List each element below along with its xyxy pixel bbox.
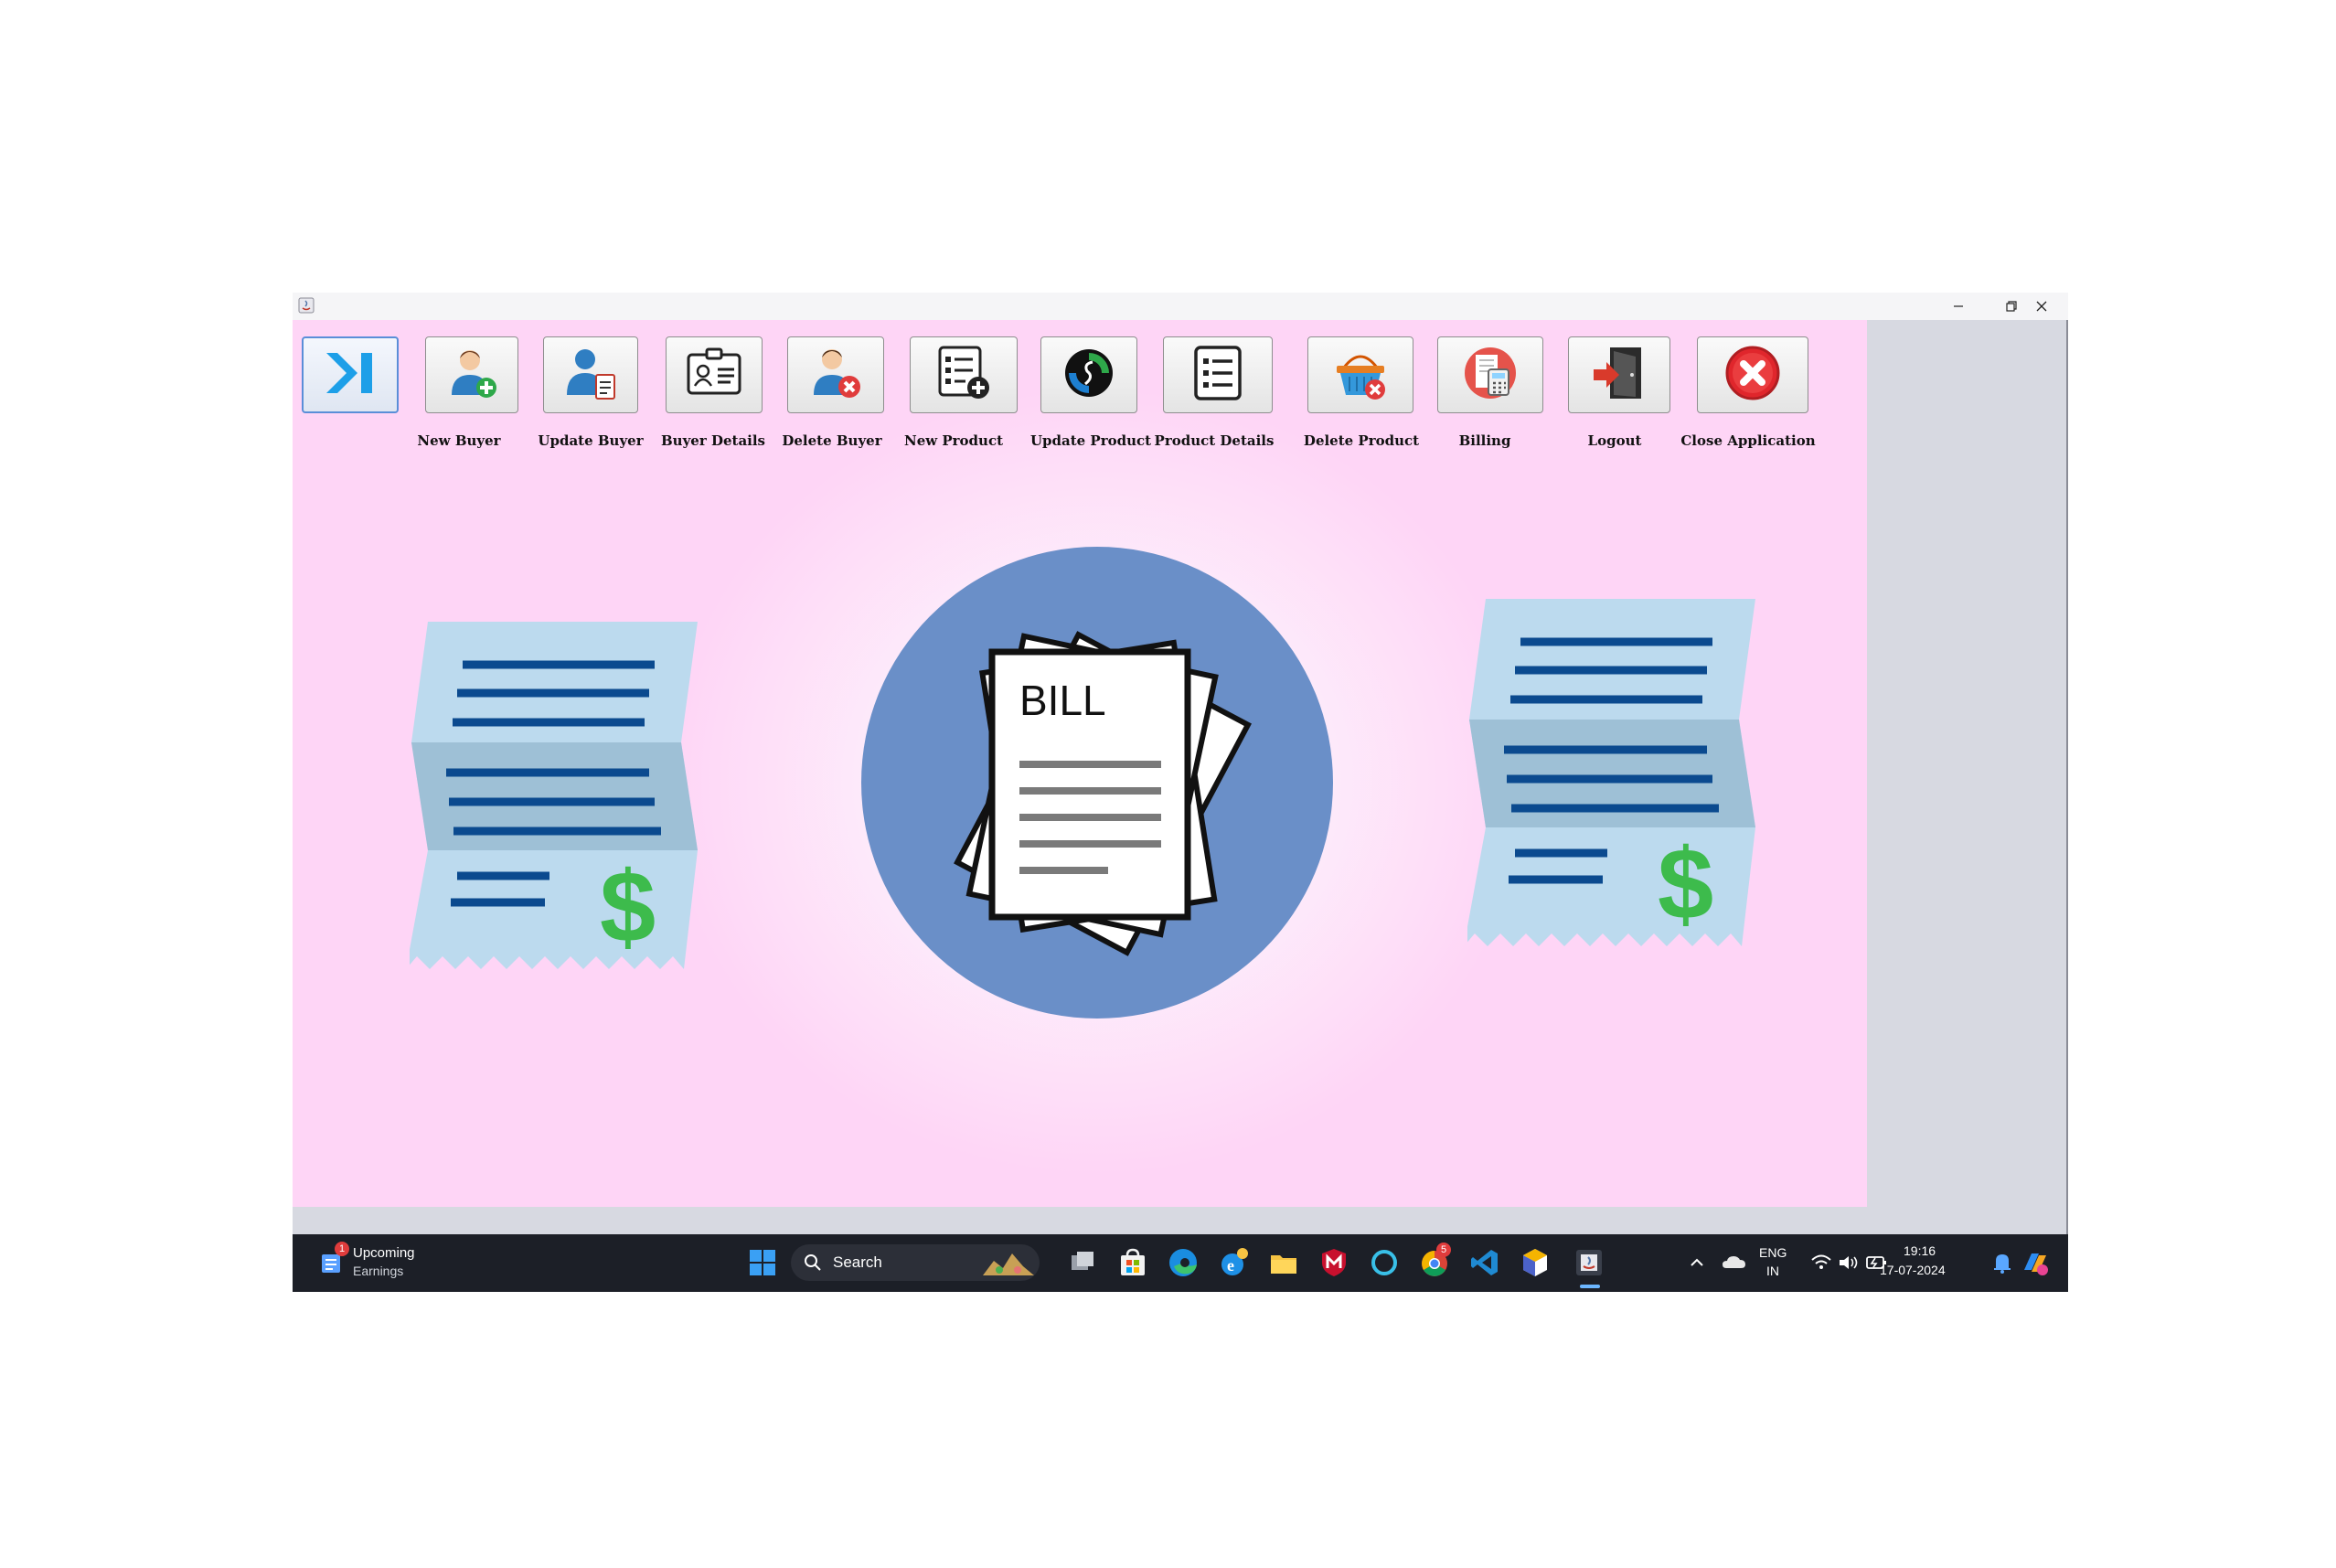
logout-door-icon <box>1590 344 1648 407</box>
close-circle-icon <box>1723 344 1782 407</box>
logout-label: Logout <box>1587 432 1642 449</box>
notification-bell-icon[interactable] <box>1986 1246 2011 1279</box>
search-highlight-icon <box>981 1248 1036 1282</box>
widget-title: Upcoming <box>353 1245 415 1261</box>
widgets-button[interactable]: 1 Upcoming Earnings <box>315 1242 424 1284</box>
search-icon <box>804 1253 822 1276</box>
wifi-icon[interactable] <box>1805 1246 1831 1279</box>
update-product-label: Update Product <box>1029 432 1152 449</box>
onedrive-cloud-icon[interactable] <box>1719 1246 1752 1279</box>
delete-buyer-button[interactable] <box>787 336 884 413</box>
minimize-button[interactable] <box>1932 293 1985 320</box>
active-app-indicator <box>1580 1285 1600 1288</box>
desktop-screen: New Buyer Update Buyer Buyer Details Del… <box>293 293 2068 1292</box>
logout-button[interactable] <box>1568 336 1670 413</box>
billing-label: Billing <box>1458 432 1511 449</box>
delete-product-label: Delete Product <box>1303 432 1420 449</box>
cortana-icon[interactable] <box>1368 1246 1401 1279</box>
bottom-status-strip <box>293 1207 1867 1234</box>
toolbar-menu-button[interactable] <box>302 336 399 413</box>
copilot-icon[interactable] <box>2019 1246 2052 1279</box>
microsoft-store-icon[interactable] <box>1116 1246 1149 1279</box>
window-titlebar[interactable] <box>293 293 2068 321</box>
internet-explorer-icon[interactable]: e <box>1217 1246 1250 1279</box>
new-buyer-label: New Buyer <box>417 432 501 449</box>
volume-icon[interactable] <box>1832 1246 1858 1279</box>
clock-date[interactable]: 17-07-2024 <box>1880 1263 1946 1277</box>
dollar-sign-right: $ <box>1658 828 1713 941</box>
language-top[interactable]: ENG <box>1759 1245 1787 1260</box>
widget-subtitle: Earnings <box>353 1264 404 1278</box>
vscode-icon[interactable] <box>1468 1246 1501 1279</box>
main-panel: New Buyer Update Buyer Buyer Details Del… <box>293 320 1867 1234</box>
svg-text:e: e <box>1227 1256 1234 1275</box>
widget-badge: 1 <box>335 1242 349 1256</box>
receipt-left-illustration: $ <box>406 622 702 978</box>
calculator-icon <box>1461 344 1520 407</box>
menu-arrow-icon <box>321 344 379 407</box>
mcafee-icon[interactable] <box>1317 1246 1350 1279</box>
close-window-button[interactable] <box>2015 293 2068 320</box>
receipt-right-illustration: $ <box>1464 599 1760 955</box>
id-card-icon <box>685 344 743 407</box>
new-product-button[interactable] <box>910 336 1018 413</box>
edge-browser-icon[interactable] <box>1167 1246 1200 1279</box>
buyer-details-label: Buyer Details <box>660 432 766 449</box>
list-icon <box>1189 344 1247 407</box>
update-product-button[interactable] <box>1040 336 1137 413</box>
chrome-browser-icon[interactable]: 5 <box>1418 1243 1451 1279</box>
bill-illustration: BILL <box>859 545 1335 1020</box>
task-view-icon[interactable] <box>1066 1246 1099 1279</box>
update-buyer-label: Update Buyer <box>538 432 644 449</box>
bill-text: BILL <box>1019 677 1106 724</box>
java-app-icon <box>298 297 315 314</box>
search-placeholder: Search <box>833 1253 882 1271</box>
file-explorer-icon[interactable] <box>1267 1246 1300 1279</box>
taskbar-search[interactable]: Search <box>791 1244 1040 1281</box>
cube-app-icon[interactable] <box>1519 1246 1552 1279</box>
product-details-label: Product Details <box>1154 432 1275 449</box>
edit-user-icon <box>561 344 620 407</box>
clock-time[interactable]: 19:16 <box>1904 1243 1936 1258</box>
new-product-label: New Product <box>903 432 1004 449</box>
close-application-label: Close Application <box>1680 432 1816 449</box>
refresh-icon <box>1060 344 1118 407</box>
basket-delete-icon <box>1331 344 1390 407</box>
start-button[interactable] <box>746 1246 779 1279</box>
add-list-icon <box>934 344 993 407</box>
product-details-button[interactable] <box>1163 336 1273 413</box>
chrome-badge: 5 <box>1436 1243 1451 1257</box>
delete-buyer-label: Delete Buyer <box>782 432 882 449</box>
buyer-details-button[interactable] <box>666 336 763 413</box>
billing-button[interactable] <box>1437 336 1543 413</box>
java-app-taskbar-icon[interactable] <box>1573 1246 1605 1279</box>
windows-taskbar: 1 Upcoming Earnings Search e 5 ENG IN 19… <box>293 1234 2068 1292</box>
update-buyer-button[interactable] <box>543 336 638 413</box>
close-application-button[interactable] <box>1697 336 1808 413</box>
chevron-up-icon[interactable] <box>1680 1246 1713 1279</box>
delete-product-button[interactable] <box>1307 336 1413 413</box>
dollar-sign-left: $ <box>600 851 656 964</box>
add-user-icon <box>443 344 501 407</box>
right-side-panel <box>1867 320 2068 1234</box>
language-bottom[interactable]: IN <box>1766 1264 1779 1278</box>
new-buyer-button[interactable] <box>425 336 518 413</box>
remove-user-icon <box>806 344 865 407</box>
